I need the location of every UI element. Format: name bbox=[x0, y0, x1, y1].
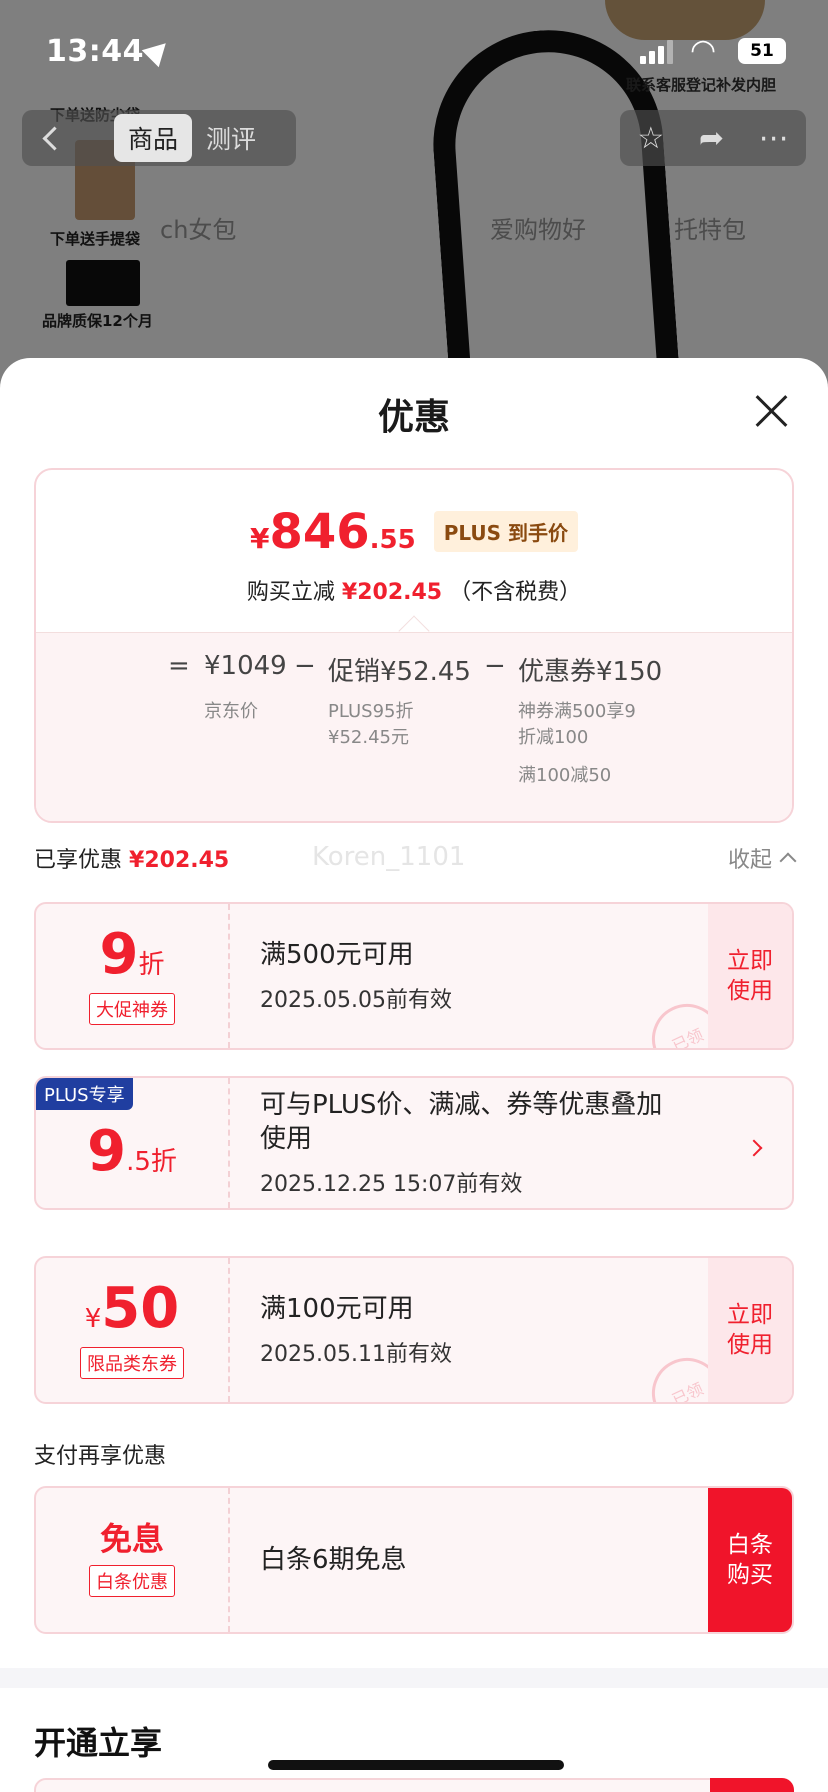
coupon-details: 白条6期免息 bbox=[260, 1488, 672, 1632]
coupon-card-plus[interactable]: PLUS专享 9.5折 可与PLUS价、满减、券等优惠叠加使用 2025.12.… bbox=[34, 1076, 794, 1210]
plus-price-tag: PLUS 到手价 bbox=[433, 511, 579, 552]
watermark: Koren_1101 bbox=[312, 842, 466, 872]
membership-section-title: 开通立享 bbox=[34, 1724, 163, 1762]
coupon-value: 9折 大促神券 bbox=[36, 904, 230, 1048]
interest-free-label: 免息 bbox=[99, 1520, 164, 1558]
coupon-unit: 折 bbox=[138, 950, 165, 980]
battery-icon: 51 bbox=[738, 38, 786, 64]
coupon-condition: 满500元可用 bbox=[260, 940, 414, 970]
tab-product[interactable]: 商品 bbox=[114, 114, 193, 162]
section-divider bbox=[0, 1668, 828, 1688]
coupon-currency: ¥ bbox=[84, 1304, 102, 1334]
minus-sign-1: − bbox=[294, 651, 316, 681]
coupon-value: 免息 白条优惠 bbox=[36, 1488, 230, 1632]
baitiao-buy-button[interactable]: 白条购买 bbox=[708, 1488, 792, 1632]
promo-note-1: PLUS95折 bbox=[328, 701, 414, 722]
coupon-type-tag: 限品类东券 bbox=[80, 1347, 184, 1379]
share-icon[interactable]: ➦ bbox=[699, 121, 724, 156]
coupon-discount: 9 bbox=[99, 922, 139, 987]
chevron-right-icon bbox=[745, 1139, 763, 1157]
status-time: 13:44 bbox=[46, 34, 144, 69]
price-integer: 846 bbox=[269, 504, 370, 560]
enjoyed-amount: ¥202.45 bbox=[129, 848, 230, 873]
coupon-note-1: 神券满500享9 bbox=[518, 701, 636, 722]
cellular-signal-icon bbox=[640, 40, 674, 64]
status-bar: 13:44 ◠ 51 bbox=[0, 0, 828, 100]
reduce-amount: ¥202.45 bbox=[341, 580, 443, 605]
enjoyed-offers-header: 已享优惠 ¥202.45 bbox=[34, 842, 229, 874]
breakdown-coupon: 优惠券¥150 bbox=[518, 657, 663, 687]
tab-review[interactable]: 测评 bbox=[192, 114, 270, 162]
close-icon[interactable] bbox=[754, 394, 788, 428]
coupon-details: 满100元可用 2025.05.11前有效 bbox=[260, 1258, 672, 1402]
reduce-suffix: （不含税费） bbox=[449, 580, 582, 605]
collapse-toggle[interactable]: 收起 bbox=[727, 842, 797, 874]
enjoyed-label: 已享优惠 bbox=[34, 848, 123, 873]
product-tab-bar: 商品 测评 bbox=[82, 110, 296, 166]
payment-offers-header: 支付再享优惠 bbox=[34, 1444, 167, 1469]
price-breakdown: = ¥1049 − 促销¥52.45 − 优惠券¥150 京东价 PLUS95折… bbox=[36, 632, 792, 821]
coupon-expiry: 2025.05.11前有效 bbox=[260, 1342, 452, 1367]
installment-text: 白条6期免息 bbox=[260, 1545, 407, 1575]
coupon-card-baitiao: 免息 白条优惠 白条6期免息 白条购买 bbox=[34, 1486, 794, 1634]
price-currency: ¥ bbox=[249, 522, 270, 555]
coupon-details: 可与PLUS价、满减、券等优惠叠加使用 2025.12.25 15:07前有效 bbox=[260, 1078, 672, 1208]
reduce-prefix: 购买立减 bbox=[246, 580, 335, 605]
base-note: 京东价 bbox=[204, 701, 258, 722]
coupon-expiry: 2025.12.25 15:07前有效 bbox=[260, 1172, 523, 1197]
coupon-type-tag: 白条优惠 bbox=[89, 1565, 175, 1597]
breakdown-promo: 促销¥52.45 bbox=[328, 657, 471, 687]
offer-sheet: 优惠 ¥ 846 .55 PLUS 到手价 购买立减 ¥202.45 （不含税费… bbox=[0, 358, 828, 1792]
home-indicator bbox=[268, 1760, 564, 1770]
coupon-expiry: 2025.05.05前有效 bbox=[260, 988, 452, 1013]
coupon-card-category: ¥50 限品类东券 满100元可用 2025.05.11前有效 已领 立即使用 bbox=[34, 1256, 794, 1404]
coupon-condition: 满100元可用 bbox=[260, 1294, 414, 1324]
chevron-up-icon bbox=[779, 852, 797, 870]
use-now-button[interactable]: 立即使用 bbox=[708, 1258, 792, 1402]
coupon-amount: 50 bbox=[101, 1276, 180, 1341]
breakdown-formula: = ¥1049 − 促销¥52.45 − 优惠券¥150 bbox=[36, 651, 792, 691]
nav-actions: ☆ ➦ ⋯ bbox=[620, 110, 806, 166]
back-button[interactable] bbox=[22, 110, 82, 166]
coupon-condition: 可与PLUS价、满减、券等优惠叠加使用 bbox=[260, 1090, 663, 1154]
equals-sign: = bbox=[168, 651, 190, 681]
coupon-type-tag: 大促神券 bbox=[89, 993, 175, 1025]
minus-sign-2: − bbox=[484, 651, 506, 681]
promo-note-2: ¥52.45元 bbox=[328, 727, 409, 748]
price-summary-card: ¥ 846 .55 PLUS 到手价 购买立减 ¥202.45 （不含税费） =… bbox=[34, 468, 794, 823]
favorite-star-icon[interactable]: ☆ bbox=[637, 121, 664, 156]
price-decimal: .55 bbox=[369, 525, 416, 555]
coupon-unit: .5折 bbox=[126, 1147, 177, 1177]
wifi-icon: ◠ bbox=[690, 33, 717, 68]
membership-card-peek bbox=[34, 1778, 794, 1792]
coupon-discount: 9 bbox=[87, 1119, 127, 1184]
use-now-button[interactable]: 立即使用 bbox=[708, 904, 792, 1048]
coupon-value: ¥50 限品类东券 bbox=[36, 1258, 230, 1402]
coupon-note-2: 折减100 bbox=[518, 727, 589, 748]
reduce-line: 购买立减 ¥202.45 （不含税费） bbox=[36, 574, 792, 606]
coupon-value: 9.5折 bbox=[36, 1078, 230, 1208]
location-arrow-icon bbox=[141, 34, 175, 68]
collapse-label: 收起 bbox=[727, 848, 772, 873]
final-price: ¥ 846 .55 PLUS 到手价 bbox=[36, 504, 792, 560]
coupon-note-3: 满100减50 bbox=[518, 765, 612, 786]
sheet-title: 优惠 bbox=[377, 397, 450, 438]
final-price-section: ¥ 846 .55 PLUS 到手价 购买立减 ¥202.45 （不含税费） bbox=[36, 470, 792, 632]
coupon-card-promo: 9折 大促神券 满500元可用 2025.05.05前有效 已领 立即使用 bbox=[34, 902, 794, 1050]
coupon-details: 满500元可用 2025.05.05前有效 bbox=[260, 904, 672, 1048]
breakdown-base: ¥1049 bbox=[204, 651, 287, 681]
more-icon[interactable]: ⋯ bbox=[759, 121, 789, 156]
